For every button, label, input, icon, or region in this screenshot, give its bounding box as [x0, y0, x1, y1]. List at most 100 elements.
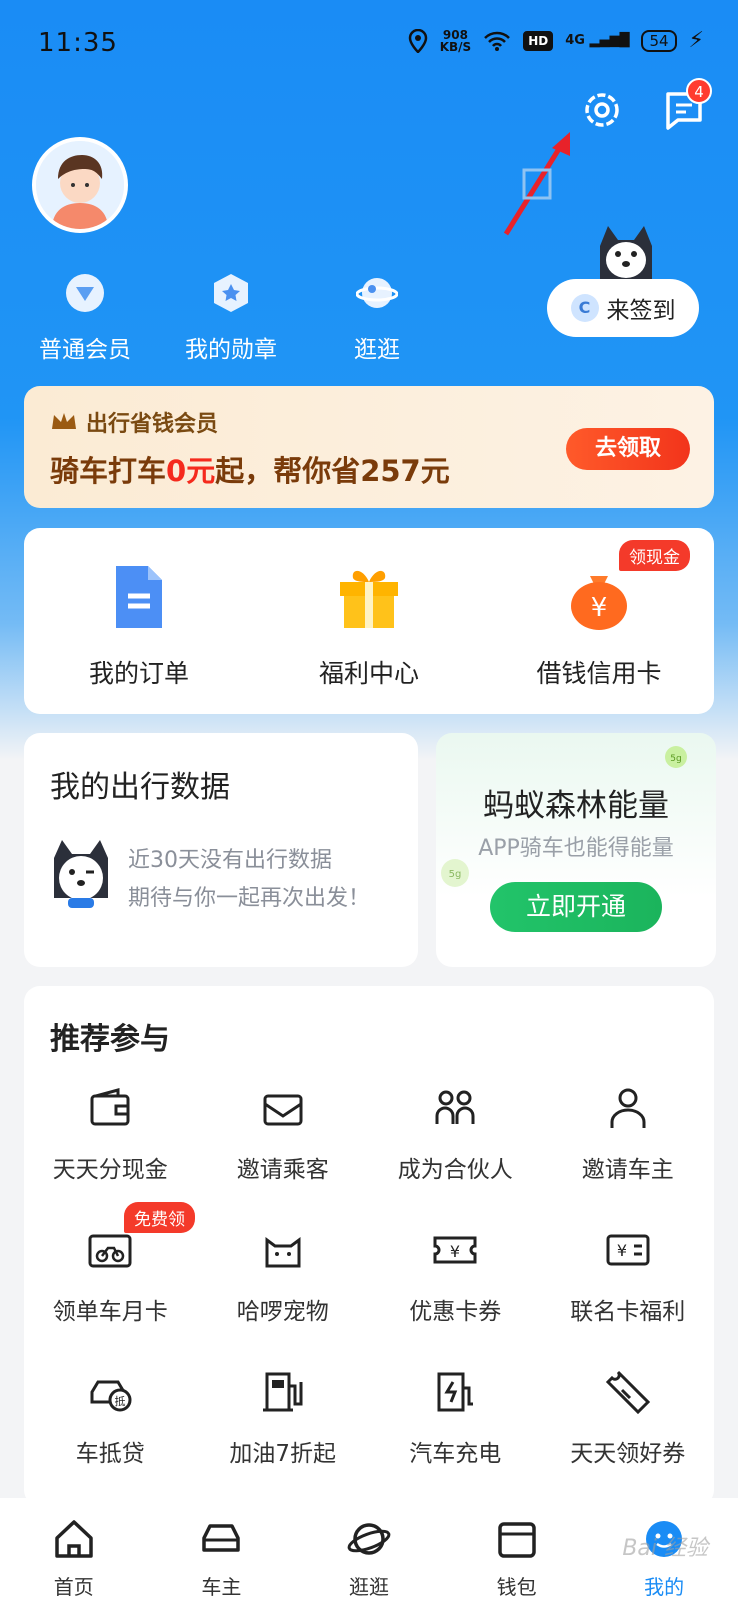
recommend-title: 推荐参与: [50, 1022, 170, 1057]
husky-mascot-icon: [600, 226, 652, 280]
recommend-item[interactable]: 哈啰宠物: [197, 1226, 370, 1326]
recommend-item[interactable]: 天天分现金: [24, 1084, 197, 1184]
envelope-icon: [263, 1094, 303, 1126]
signal-icon: 4G ▂▄▆█: [565, 33, 630, 48]
charging-icon: [437, 1372, 474, 1412]
recommend-item-label: 汽车充电: [409, 1441, 502, 1467]
ant-forest-subtitle: APP骑车也能得能量: [478, 836, 674, 861]
settings-gear-icon[interactable]: [580, 88, 624, 132]
energy-ball-icon: 5g: [441, 859, 469, 887]
svg-text:¥: ¥: [617, 1241, 627, 1260]
sign-in-button[interactable]: C 来签到: [547, 279, 699, 337]
hd-icon: HD: [523, 30, 554, 51]
recommend-item-label: 邀请乘客: [236, 1157, 329, 1183]
quick-item-label: 借钱信用卡: [536, 659, 662, 688]
recommend-item-label: 领单车月卡: [52, 1299, 168, 1325]
qr-frame-icon: [522, 168, 552, 200]
recommend-item[interactable]: ¥ 联名卡福利: [542, 1226, 715, 1326]
wallet-icon: [497, 1522, 536, 1558]
member-item-vip[interactable]: 普通会员: [30, 272, 140, 364]
coin-icon: C: [570, 294, 599, 322]
coupon-icon: ¥: [433, 1236, 477, 1264]
recommend-item-label: 邀请车主: [581, 1157, 674, 1183]
car-icon: [202, 1524, 241, 1552]
recommend-item[interactable]: 成为合伙人: [369, 1084, 542, 1184]
cobrand-card-icon: ¥: [606, 1234, 650, 1266]
sign-in-label: 来签到: [606, 298, 676, 324]
network-speed: 908 KB/S: [439, 27, 472, 54]
recommend-grid: 天天分现金 邀请乘客 成为合伙人 邀请车主 领单车月卡 免费领 哈啰宠物 ¥ 优…: [24, 1084, 714, 1468]
recommend-item-label: 天天分现金: [52, 1157, 168, 1183]
quick-item-orders[interactable]: 我的订单: [24, 528, 254, 714]
ant-forest-title: 蚂蚁森林能量: [483, 788, 669, 824]
bike-card-icon: [88, 1234, 132, 1268]
battery-icon: 54: [641, 29, 677, 52]
tab-label: 首页: [53, 1575, 94, 1599]
planet-icon: [355, 278, 399, 308]
tab-label: 车主: [201, 1575, 242, 1599]
status-icons: 908 KB/S HD 4G ▂▄▆█ 54 ⚡: [408, 28, 704, 53]
quick-actions-card: 我的订单 福利中心 ¥ 借钱信用卡 领现金: [24, 528, 714, 714]
recommend-item-label: 天天领好券: [570, 1441, 686, 1467]
recommend-item[interactable]: 邀请乘客: [197, 1084, 370, 1184]
svg-text:5g: 5g: [449, 869, 462, 880]
tab-home[interactable]: 首页: [0, 1498, 148, 1600]
tab-label: 钱包: [496, 1575, 537, 1599]
message-badge: 4: [686, 78, 712, 104]
claim-button[interactable]: 去领取: [566, 428, 690, 470]
partners-icon: [435, 1090, 475, 1124]
driver-icon: [610, 1088, 646, 1128]
tab-label: 逛逛: [348, 1575, 389, 1599]
tab-label: 我的: [644, 1575, 685, 1599]
promo-subtitle: 出行省钱会员: [50, 406, 218, 438]
free-tag: 免费领: [124, 1202, 195, 1233]
activate-button[interactable]: 立即开通: [490, 882, 662, 932]
watermark: Bai 经验: [622, 1536, 708, 1561]
recommend-item[interactable]: 抵 车抵贷: [24, 1368, 197, 1468]
charging-bolt-icon: ⚡: [688, 28, 704, 53]
travel-text-line: 近30天没有出行数据: [128, 848, 332, 873]
car-loan-icon: 抵: [90, 1380, 132, 1412]
svg-text:¥: ¥: [450, 1242, 460, 1261]
home-icon: [55, 1520, 93, 1558]
member-item-label: 普通会员: [39, 337, 131, 363]
travel-data-title: 我的出行数据: [50, 770, 230, 805]
husky-mascot-icon: [54, 840, 108, 908]
fuel-icon: [262, 1372, 303, 1412]
tab-stroll[interactable]: 逛逛: [295, 1498, 443, 1600]
energy-ball-icon: 5g: [665, 746, 687, 768]
promo-subtitle-text: 出行省钱会员: [86, 412, 219, 437]
vip-icon: [66, 274, 104, 312]
avatar[interactable]: [32, 137, 128, 233]
svg-text:¥: ¥: [591, 593, 608, 623]
medal-icon: [214, 274, 248, 312]
member-item-stroll[interactable]: 逛逛: [322, 272, 432, 364]
recommend-item[interactable]: 领单车月卡 免费领: [24, 1202, 197, 1326]
order-icon: [116, 566, 162, 628]
recommend-item[interactable]: 加油7折起: [197, 1368, 370, 1468]
recommend-item[interactable]: 汽车充电: [369, 1368, 542, 1468]
money-bag-icon: ¥: [571, 576, 627, 630]
member-item-medal[interactable]: 我的勋章: [176, 272, 286, 364]
recommend-item[interactable]: 邀请车主: [542, 1084, 715, 1184]
quick-item-welfare[interactable]: 福利中心: [254, 528, 484, 714]
quick-item-label: 福利中心: [318, 659, 419, 688]
recommend-item-label: 成为合伙人: [397, 1157, 513, 1183]
recommend-item[interactable]: 天天领好券: [542, 1368, 715, 1468]
member-item-label: 逛逛: [354, 337, 400, 363]
recommend-item-label: 车抵贷: [75, 1441, 145, 1467]
ticket-icon: [605, 1370, 650, 1415]
quick-item-label: 我的订单: [88, 659, 189, 688]
member-item-label: 我的勋章: [185, 337, 277, 363]
location-icon: [408, 28, 427, 53]
crown-icon: [52, 413, 76, 429]
recommend-item-label: 哈啰宠物: [236, 1299, 329, 1325]
status-time: 11:35: [38, 28, 118, 58]
recommend-item[interactable]: ¥ 优惠卡券: [369, 1226, 542, 1326]
travel-data-text: 近30天没有出行数据 期待与你一起再次出发！: [128, 842, 370, 918]
cash-tag: 领现金: [619, 540, 690, 571]
quick-item-loan[interactable]: ¥ 借钱信用卡 领现金: [484, 528, 714, 714]
tab-driver[interactable]: 车主: [148, 1498, 296, 1600]
svg-text:5g: 5g: [670, 754, 681, 764]
tab-wallet[interactable]: 钱包: [443, 1498, 591, 1600]
